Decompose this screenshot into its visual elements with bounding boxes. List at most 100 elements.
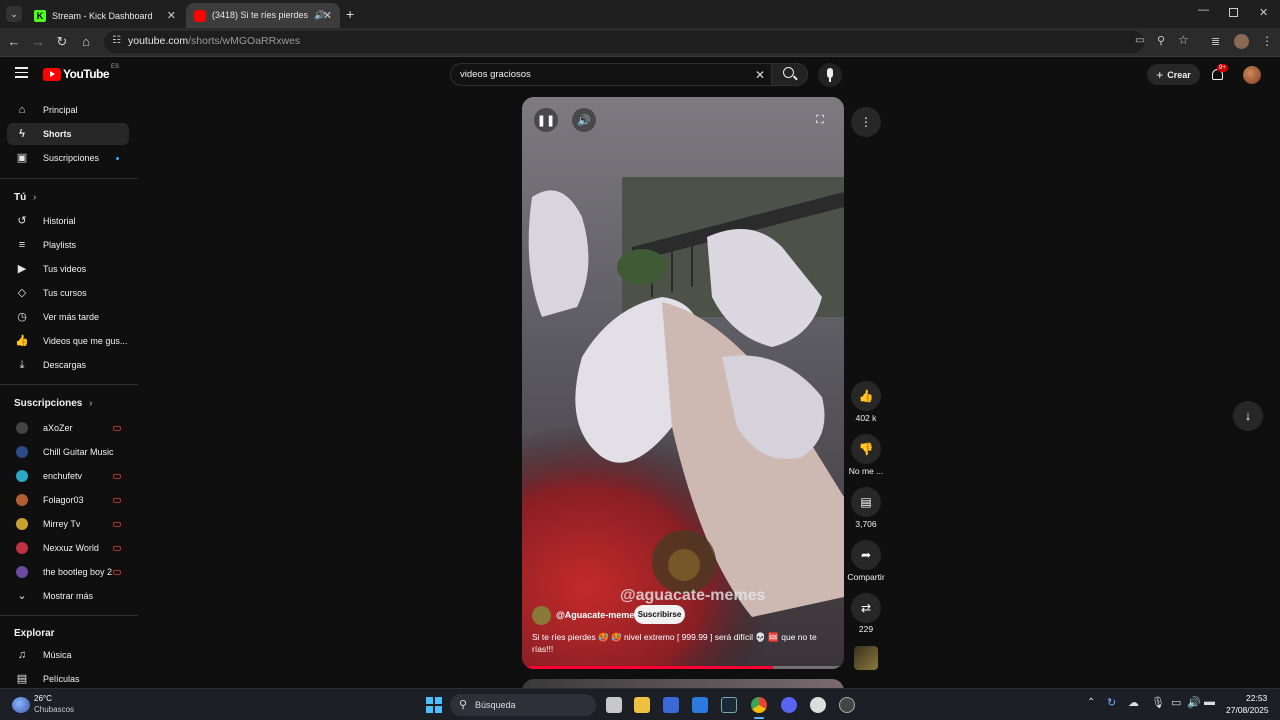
home-icon[interactable]: ⌂ — [78, 34, 94, 50]
tab-youtube-short[interactable]: (3418) Si te ríes pierdes 🥵 I 🔊 ✕ — [186, 3, 340, 28]
sidebar-item-shorts[interactable]: ϟ Shorts — [7, 123, 129, 145]
sidebar-sub-nexxuz-world[interactable]: Nexxuz World — [7, 537, 129, 559]
tab-search-button[interactable]: ⌄ — [6, 6, 22, 22]
sidebar-item-historial[interactable]: ↺ Historial — [7, 210, 129, 232]
taskbar-search[interactable]: ⚲ Búsqueda — [450, 694, 596, 716]
microphone-icon[interactable]: 🎙 — [1151, 696, 1165, 709]
site-info-icon[interactable]: ☷ — [112, 35, 121, 46]
sidebar-item-label: Nexxuz World — [43, 543, 99, 553]
new-tab-button[interactable]: + — [346, 6, 354, 22]
shorts-video-player[interactable]: ❚❚ 🔊 ⛶ @aguacate-memes @Aguacate-memes S… — [522, 97, 844, 669]
profile-avatar[interactable] — [1234, 34, 1249, 49]
sidebar-item-suscripciones[interactable]: ▣ Suscripciones — [7, 147, 129, 169]
minimize-icon[interactable]: — — [1198, 4, 1209, 16]
close-tab-icon[interactable]: ✕ — [167, 9, 176, 22]
forward-arrow-icon[interactable]: → — [30, 34, 46, 50]
sidebar-item-label: Videos que me gus... — [43, 336, 128, 346]
battery-icon[interactable]: ▬ — [1204, 696, 1215, 708]
app-icon[interactable] — [663, 697, 679, 713]
bookmark-star-icon[interactable]: ☆ — [1178, 33, 1189, 47]
next-short-button[interactable]: ↓ — [1233, 401, 1263, 431]
address-bar[interactable]: ☷ youtube.com/shorts/wMGOaRRxwes ▭ ⚲ ☆ — [104, 31, 1189, 53]
comments-button[interactable]: ▤ — [851, 487, 881, 517]
task-view-icon[interactable] — [606, 697, 622, 713]
voice-search-button[interactable] — [818, 63, 842, 87]
live-indicator-icon — [113, 425, 121, 431]
create-button[interactable]: + Crear — [1147, 64, 1200, 85]
search-query: videos graciosos — [460, 69, 531, 80]
channel-avatar[interactable] — [532, 606, 551, 625]
file-explorer-icon[interactable] — [634, 697, 650, 713]
restore-icon[interactable] — [1229, 8, 1238, 17]
sidebar-sub-chill-guitar[interactable]: Chill Guitar Music — [7, 441, 129, 463]
progress-track[interactable] — [522, 666, 844, 669]
sidebar-item-tus-videos[interactable]: ▶ Tus videos — [7, 258, 129, 280]
tab-kick-dashboard[interactable]: K Stream - Kick Dashboard ✕ — [26, 3, 184, 28]
app-icon[interactable] — [839, 697, 855, 713]
new-content-dot — [116, 156, 119, 160]
volume-button[interactable]: 🔊 — [572, 108, 596, 132]
sidebar-item-descargas[interactable]: ⤓ Descargas — [7, 354, 129, 376]
sidebar-item-liked-videos[interactable]: 👍 Videos que me gus... — [7, 330, 129, 352]
sound-thumbnail[interactable] — [854, 646, 878, 670]
sidebar-sub-axozer[interactable]: aXoZer — [7, 417, 129, 439]
editor-icon[interactable] — [692, 697, 708, 713]
video-frame — [522, 97, 844, 669]
chrome-icon[interactable] — [751, 697, 767, 713]
clock-date[interactable]: 27/08/2025 — [1226, 705, 1269, 715]
clock-time[interactable]: 22:53 — [1246, 693, 1267, 703]
sidebar-divider — [0, 615, 138, 616]
next-short-preview[interactable] — [522, 679, 844, 688]
dislike-button[interactable]: 👎 — [851, 434, 881, 464]
back-arrow-icon[interactable]: ← — [6, 34, 22, 50]
browser-menu-icon[interactable]: ⋮ — [1261, 34, 1273, 48]
sidebar-item-principal[interactable]: ⌂ Principal — [7, 99, 129, 121]
zoom-icon[interactable]: ⚲ — [1157, 34, 1165, 47]
search-input[interactable]: videos graciosos ✕ — [450, 63, 772, 86]
fullscreen-button[interactable]: ⛶ — [808, 108, 832, 132]
sidebar-sub-mirrey-tv[interactable]: Mirrey Tv — [7, 513, 129, 535]
sidebar-show-more[interactable]: ⌄ Mostrar más — [7, 585, 129, 607]
sidebar-item-ver-mas-tarde[interactable]: ◷ Ver más tarde — [7, 306, 129, 328]
plus-icon: + — [1156, 67, 1164, 82]
sidebar-sub-bootleg-boy[interactable]: the bootleg boy 2 — [7, 561, 129, 583]
subscribe-button[interactable]: Suscribirse — [634, 605, 685, 624]
weather-icon[interactable] — [12, 697, 30, 713]
reading-list-icon[interactable]: ≣ — [1211, 35, 1220, 48]
clear-search-icon[interactable]: ✕ — [755, 68, 765, 82]
discord-icon[interactable] — [781, 697, 797, 713]
sync-icon[interactable]: ↻ — [1107, 696, 1116, 709]
sidebar-sub-folagor03[interactable]: Folagor03 — [7, 489, 129, 511]
volume-icon[interactable]: 🔊 — [1187, 696, 1201, 709]
subscriptions-section-title[interactable]: Suscripciones › — [14, 398, 92, 409]
search-button[interactable] — [772, 63, 808, 86]
cast-icon[interactable]: ▭ — [1135, 35, 1144, 46]
close-tab-icon[interactable]: ✕ — [323, 9, 332, 22]
channel-name[interactable]: @Aguacate-memes — [556, 610, 639, 620]
sidebar-item-playlists[interactable]: ≡ Playlists — [7, 234, 129, 256]
clock-icon: ◷ — [17, 311, 27, 323]
sidebar-sub-enchufetv[interactable]: enchufetv — [7, 465, 129, 487]
obs-icon[interactable] — [810, 697, 826, 713]
reload-icon[interactable]: ↻ — [54, 34, 70, 50]
you-section-title[interactable]: Tú › — [14, 192, 36, 203]
short-caption[interactable]: Si te ríes pierdes 🥵 🥵 nivel extremo [ 9… — [532, 631, 822, 655]
sidebar-item-tus-cursos[interactable]: ◇ Tus cursos — [7, 282, 129, 304]
shorts-icon: ϟ — [19, 128, 25, 140]
account-avatar[interactable] — [1243, 66, 1261, 84]
remix-button[interactable]: ⇄ — [851, 593, 881, 623]
sidebar-item-musica[interactable]: ♫ Música — [7, 644, 129, 666]
like-button[interactable]: 👍 — [851, 381, 881, 411]
pause-button[interactable]: ❚❚ — [534, 108, 558, 132]
taskbar-search-label: Búsqueda — [475, 700, 516, 710]
cloud-icon[interactable]: ☁ — [1128, 696, 1139, 709]
notifications-button[interactable]: 9+ — [1210, 64, 1228, 83]
close-window-icon[interactable]: ✕ — [1259, 6, 1268, 19]
sidebar-item-peliculas[interactable]: ▤ Películas — [7, 668, 129, 688]
more-options-button[interactable]: ⋮ — [851, 107, 881, 137]
network-icon[interactable]: ▭ — [1171, 696, 1181, 709]
windows-start-icon[interactable] — [426, 697, 442, 713]
chevron-up-icon[interactable]: ⌃ — [1087, 697, 1095, 708]
share-button[interactable]: ➦ — [851, 540, 881, 570]
steam-icon[interactable] — [721, 697, 737, 713]
